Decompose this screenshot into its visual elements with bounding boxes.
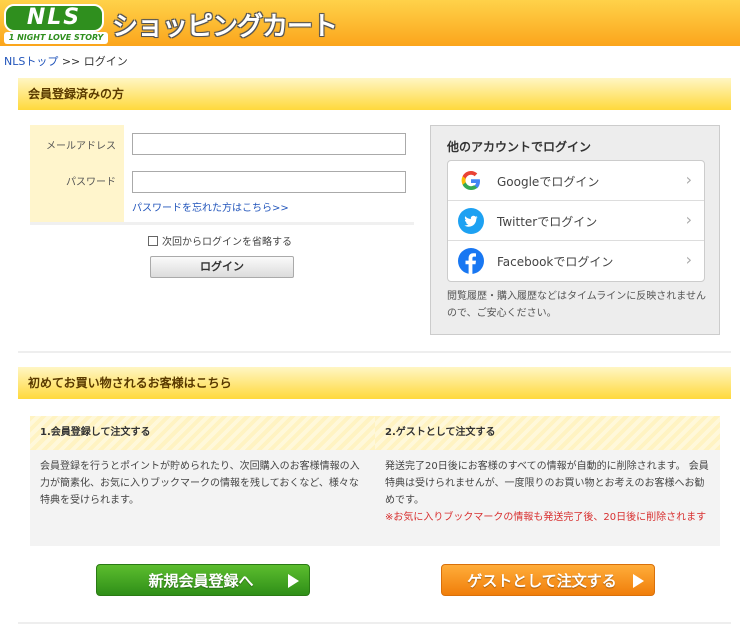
social-login-panel: 他のアカウントでログイン Googleでログイン › Twitterでログイン … (430, 125, 720, 335)
logo-badge: NLS (4, 4, 104, 32)
chevron-right-icon: › (685, 250, 692, 269)
facebook-icon (458, 248, 484, 274)
bottom-divider (18, 622, 731, 624)
remember-checkbox[interactable] (148, 235, 158, 246)
forgot-password-link[interactable]: パスワードを忘れた方はこちら>> (132, 199, 289, 214)
remember-login[interactable]: 次回からログインを省略する (148, 233, 292, 248)
breadcrumb-current: ログイン (83, 55, 128, 68)
social-login-title: 他のアカウントでログイン (447, 140, 592, 154)
chevron-right-icon: › (685, 170, 692, 189)
breadcrumb-separator: >> (61, 55, 81, 68)
breadcrumb-home-link[interactable]: NLSトップ (4, 55, 58, 68)
option-guest-title: 2.ゲストとして注文する (375, 416, 720, 450)
google-icon (461, 171, 480, 190)
register-button-label: 新規会員登録へ (148, 572, 254, 590)
option-guest-description: 発送完了20日後にお客様のすべての情報が自動的に削除されます。 会員特典は受けら… (375, 450, 720, 546)
guest-order-button-label: ゲストとして注文する (467, 572, 617, 590)
option-register-title: 1.会員登録して注文する (30, 416, 375, 450)
login-button[interactable]: ログイン (150, 256, 294, 278)
email-input[interactable] (132, 133, 406, 155)
option-register-description: 会員登録を行うとポイントが貯められたり、次回購入のお客様情報の入力が簡素化、お気… (30, 450, 375, 546)
chevron-right-icon: › (685, 210, 692, 229)
social-provider-list: Googleでログイン › Twitterでログイン › Facebookでログ… (447, 160, 705, 282)
email-label: メールアドレス (46, 141, 116, 152)
play-arrow-icon (288, 574, 299, 588)
new-customer-heading: 初めてお買い物されるお客様はこちら (18, 367, 731, 399)
guest-order-button[interactable]: ゲストとして注文する (441, 564, 655, 596)
register-button[interactable]: 新規会員登録へ (96, 564, 310, 596)
google-login-label: Googleでログイン (497, 175, 600, 189)
breadcrumb: NLSトップ >> ログイン (4, 53, 128, 69)
option-guest-warning: ※お気に入りブックマークの情報も発送完了後、20日後に削除されます (385, 512, 707, 523)
remember-label: 次回からログインを省略する (162, 237, 292, 248)
form-label-column: メールアドレス パスワード (30, 125, 124, 222)
play-arrow-icon (633, 574, 644, 588)
facebook-login-button[interactable]: Facebookでログイン › (448, 241, 704, 281)
social-login-note: 閲覧履歴・購入履歴などはタイムラインに反映されませんので、ご安心ください。 (447, 291, 706, 319)
password-label: パスワード (66, 177, 116, 188)
google-login-button[interactable]: Googleでログイン › (448, 161, 704, 201)
option-guest-text: 発送完了20日後にお客様のすべての情報が自動的に削除されます。 会員特典は受けら… (385, 461, 709, 506)
nls-logo[interactable]: NLS 1 NIGHT LOVE STORY (4, 4, 108, 44)
twitter-login-label: Twitterでログイン (497, 215, 598, 229)
logo-subtext: 1 NIGHT LOVE STORY (4, 32, 108, 44)
page-title: ショッピングカート (112, 12, 338, 42)
twitter-login-button[interactable]: Twitterでログイン › (448, 201, 704, 241)
member-section-heading: 会員登録済みの方 (18, 78, 731, 110)
password-input[interactable] (132, 171, 406, 193)
option-register-text: 会員登録を行うとポイントが貯められたり、次回購入のお客様情報の入力が簡素化、お気… (40, 461, 360, 506)
site-header: NLS 1 NIGHT LOVE STORY ショッピングカート (0, 0, 740, 46)
login-form: メールアドレス パスワード パスワードを忘れた方はこちら>> (30, 125, 414, 225)
section-divider (18, 351, 731, 353)
facebook-login-label: Facebookでログイン (497, 255, 614, 269)
twitter-icon (458, 208, 484, 234)
